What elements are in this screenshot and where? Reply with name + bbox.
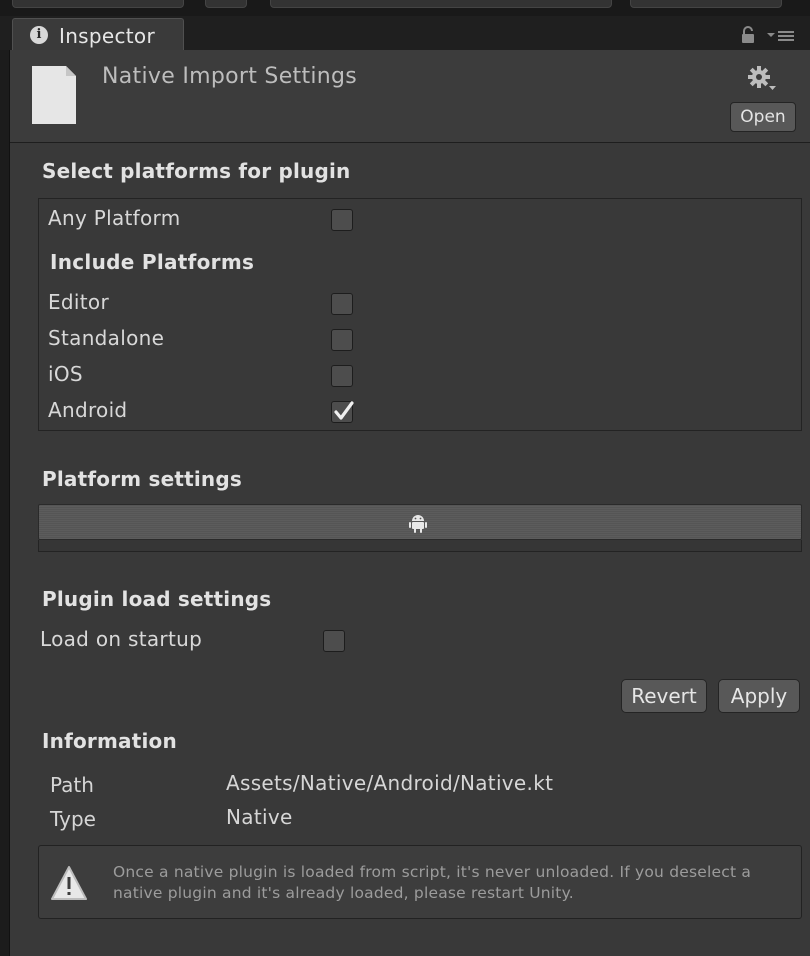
platform-android-checkbox[interactable] <box>331 401 354 423</box>
platform-ios-checkbox[interactable] <box>331 365 353 387</box>
inspector-body: Select platforms for plugin Any Platform… <box>10 143 810 956</box>
warning-icon <box>51 866 87 900</box>
platform-standalone-checkbox[interactable] <box>331 329 353 351</box>
load-on-startup-checkbox[interactable] <box>323 630 345 652</box>
platform-standalone-label: Standalone <box>48 326 165 350</box>
platform-editor-label: Editor <box>48 290 109 314</box>
tab-inspector[interactable]: i Inspector <box>12 18 184 50</box>
toolbar-button[interactable] <box>205 0 247 8</box>
revert-button[interactable]: Revert <box>621 679 707 713</box>
platform-android-label: Android <box>48 398 128 422</box>
help-box: Once a native plugin is loaded from scri… <box>38 845 802 919</box>
path-value: Assets/Native/Android/Native.kt <box>226 771 554 795</box>
android-icon[interactable] <box>409 513 427 533</box>
toolbar-button[interactable] <box>12 0 184 8</box>
menu-icon[interactable] <box>766 28 796 42</box>
any-platform-checkbox[interactable] <box>331 209 353 231</box>
type-key: Type <box>50 807 96 831</box>
lock-icon[interactable] <box>740 26 756 44</box>
path-key: Path <box>50 773 94 797</box>
type-value: Native <box>226 805 293 829</box>
platform-settings-panel <box>38 540 802 552</box>
section-title-information: Information <box>42 729 177 753</box>
include-platforms-heading: Include Platforms <box>50 250 255 274</box>
load-on-startup-label: Load on startup <box>40 627 203 651</box>
open-button[interactable]: Open <box>730 102 796 132</box>
toolbar-button[interactable] <box>630 0 782 8</box>
platform-editor-checkbox[interactable] <box>331 293 353 315</box>
info-icon: i <box>30 26 48 44</box>
tab-label: Inspector <box>59 24 155 48</box>
section-title-load-settings: Plugin load settings <box>42 587 272 611</box>
apply-button[interactable]: Apply <box>718 679 800 713</box>
platform-ios-label: iOS <box>48 362 83 386</box>
platform-settings-tabs <box>38 504 802 540</box>
platform-list: Any Platform Include Platforms Editor St… <box>38 198 802 431</box>
section-title-platforms: Select platforms for plugin <box>42 159 351 183</box>
toolbar-strip <box>0 0 810 16</box>
toolbar-button[interactable] <box>270 0 612 8</box>
header-title: Native Import Settings <box>102 64 358 89</box>
file-icon <box>32 66 76 124</box>
gear-icon[interactable] <box>748 66 778 92</box>
tab-bar: i Inspector <box>0 16 810 51</box>
section-title-platform-settings: Platform settings <box>42 467 242 491</box>
checkmark-icon <box>334 401 354 420</box>
panel-edge <box>0 50 10 956</box>
any-platform-label: Any Platform <box>48 206 181 230</box>
warning-text: Once a native plugin is loaded from scri… <box>113 863 752 902</box>
inspector-header: Native Import Settings Open <box>10 50 810 143</box>
